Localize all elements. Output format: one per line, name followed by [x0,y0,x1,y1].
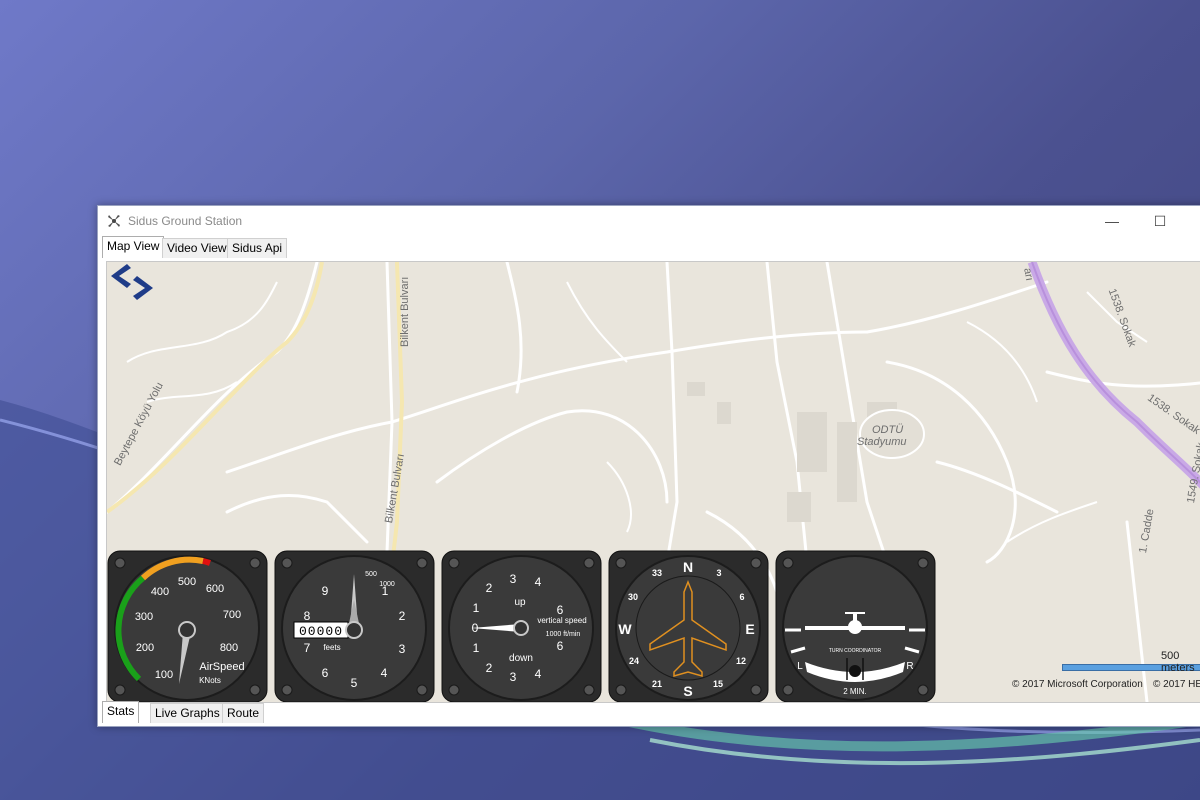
vsi-down-6: 6 [557,639,564,653]
map-attribution-here: © 2017 HERE [1153,679,1200,690]
airspeed-tick-500: 500 [178,576,196,588]
window-title: Sidus Ground Station [128,214,243,228]
tab-route[interactable]: Route [222,703,265,723]
turn-left: L [797,661,803,672]
tab-stats[interactable]: Stats [102,701,140,723]
double-chevron-logo [111,264,153,300]
vsi-up-6: 6 [557,603,564,617]
tab-map-view[interactable]: Map View [102,236,165,258]
vsi-down-3: 3 [510,670,517,684]
altimeter-tick-2: 2 [399,609,406,623]
altimeter-small-500: 500 [365,571,377,578]
altimeter-odometer: 00000 [299,624,343,639]
turn-coordinator: TURN COORDINATOR L R 2 MIN. [775,550,936,702]
airspeed-tick-400: 400 [151,586,169,598]
heading-6: 6 [739,592,744,602]
altimeter-tick-5: 5 [351,676,358,690]
airspeed-indicator: 100 200 300 400 500 600 700 800 AirSpeed… [107,550,268,702]
heading-west: W [618,621,632,637]
altimeter-small-1000: 1000 [379,581,395,588]
heading-north: N [683,559,693,575]
tab-video-view[interactable]: Video View [162,238,232,258]
heading-3: 3 [716,568,721,578]
altimeter-tick-4: 4 [381,666,388,680]
airspeed-tick-300: 300 [135,611,153,623]
heading-12: 12 [736,656,746,666]
heading-15: 15 [713,679,723,689]
map-label-stadium-2: Stadyumu [857,436,907,448]
maximize-button[interactable]: ☐ [1143,210,1177,232]
airspeed-tick-100: 100 [155,669,173,681]
airspeed-title: AirSpeed [199,661,244,673]
altimeter-tick-3: 3 [399,642,406,656]
airspeed-tick-200: 200 [136,642,154,654]
map-view-panel: Beytepe Köyü Yolu Bilkent Bulvarı Bilken… [106,261,1200,703]
turn-min: 2 MIN. [843,687,867,696]
map-label-edge: arı [1021,267,1036,282]
altimeter: 1 2 3 4 5 6 7 8 9 500 1000 feets 00000 [274,550,435,702]
airspeed-tick-800: 800 [220,642,238,654]
app-window: Sidus Ground Station — ☐ Map View Video … [97,205,1200,727]
vsi-title: vertical speed [537,616,586,625]
heading-30: 30 [628,592,638,602]
vsi-up-2: 2 [486,581,493,595]
altimeter-tick-9: 9 [322,584,329,598]
propeller-icon [108,215,120,227]
airspeed-unit: KNots [199,676,221,685]
vsi-down-1: 1 [473,641,480,655]
map-attribution-microsoft: © 2017 Microsoft Corporation [1012,679,1143,690]
tab-live-graphs[interactable]: Live Graphs [150,703,225,723]
heading-33: 33 [652,568,662,578]
tab-sidus-api[interactable]: Sidus Api [227,238,288,258]
airspeed-tick-700: 700 [223,609,241,621]
heading-21: 21 [652,679,662,689]
map-scale-label: 500 meters [1161,650,1195,674]
vsi-up-3: 3 [510,572,517,586]
vertical-speed-indicator: 1 2 3 4 6 1 2 3 4 6 0 up down vertical s… [441,550,602,702]
vsi-up-1: 1 [473,601,480,615]
vsi-down-2: 2 [486,661,493,675]
map-label-stadium-1: ODTÜ [872,424,904,436]
vsi-up-4: 4 [535,575,542,589]
altimeter-unit: feets [323,643,340,652]
vsi-up-label: up [514,597,526,608]
airspeed-tick-600: 600 [206,583,224,595]
title-bar[interactable]: Sidus Ground Station — ☐ [98,206,1200,236]
vsi-down-4: 4 [535,667,542,681]
heading-indicator: N E S W 3 6 12 15 21 24 30 33 [608,550,769,702]
heading-south: S [683,683,692,699]
map-label-bilkent-1: Bilkent Bulvarı [399,276,411,347]
altimeter-tick-6: 6 [322,666,329,680]
vsi-unit: 1000 ft/min [546,631,581,638]
minimize-button[interactable]: — [1095,210,1129,232]
altimeter-tick-7: 7 [304,641,311,655]
turn-right: R [906,661,913,672]
heading-east: E [745,621,754,637]
heading-24: 24 [629,656,639,666]
altimeter-tick-8: 8 [304,609,311,623]
vsi-down-label: down [509,653,533,664]
turn-title: TURN COORDINATOR [829,648,882,654]
